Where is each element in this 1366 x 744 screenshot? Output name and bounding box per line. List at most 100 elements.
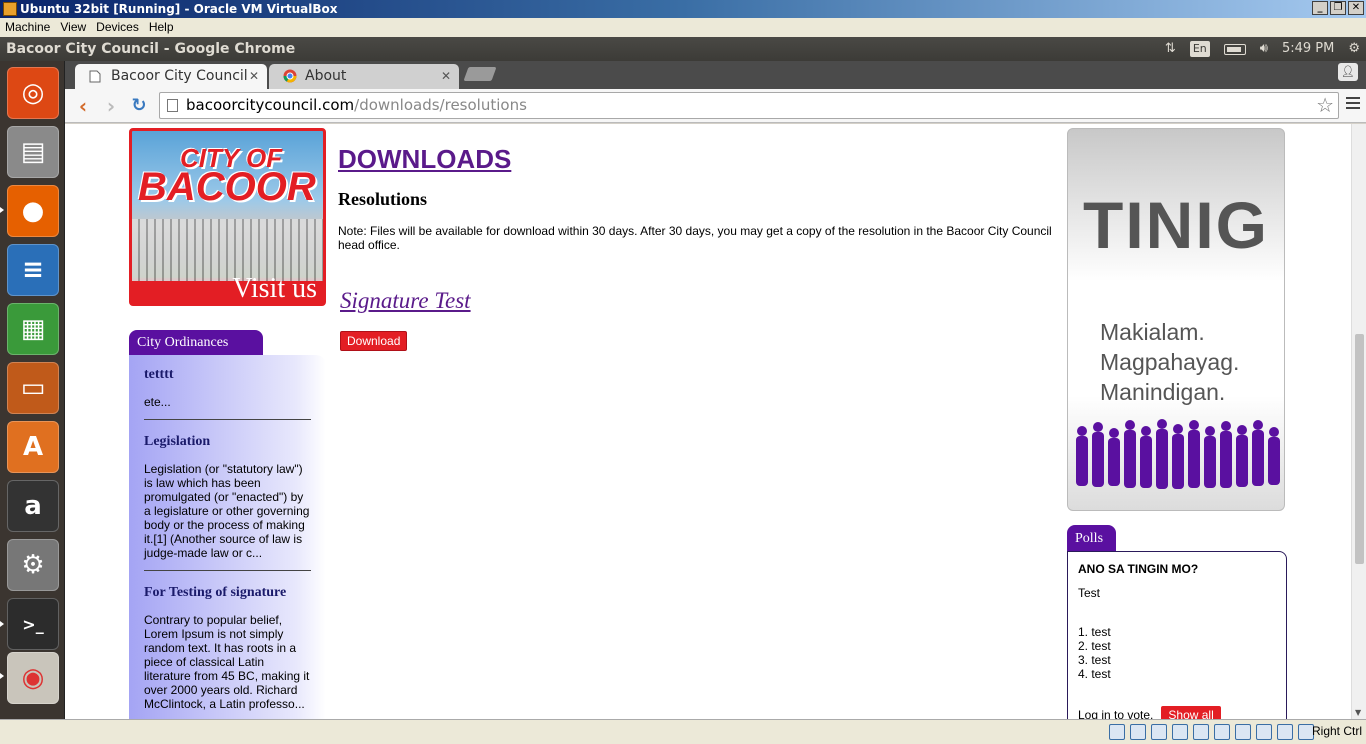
ubuntu-dash-icon[interactable]: ◎	[7, 67, 59, 119]
ordinance-item[interactable]: tetttt ete...	[144, 367, 311, 420]
running-indicator	[0, 621, 4, 627]
poll-option: 1. test	[1078, 625, 1111, 639]
chrome-toolbar: ‹ › ↻ bacoorcitycouncil.com/downloads/re…	[65, 89, 1366, 123]
calc-icon[interactable]: ▦	[7, 303, 59, 355]
amazon-icon[interactable]: a	[7, 480, 59, 532]
mouse-integration-icon[interactable]	[1277, 724, 1293, 740]
ordinance-item[interactable]: Legislation Legislation (or "statutory l…	[144, 434, 311, 571]
software-center-icon[interactable]: A	[7, 421, 59, 473]
menu-view[interactable]: View	[55, 18, 91, 37]
ad-brand: TINIG	[1083, 188, 1269, 262]
menu-machine[interactable]: Machine	[0, 18, 55, 37]
vbox-status-bar: Right Ctrl	[0, 719, 1366, 744]
ordinance-item[interactable]: For Testing of signature Contrary to pop…	[144, 585, 311, 719]
bookmark-star-icon[interactable]: ☆	[1316, 93, 1334, 118]
ad-slogan: Makialam. Magpahayag. Manindigan.	[1100, 319, 1240, 405]
poll-option: 3. test	[1078, 653, 1111, 667]
ordinance-excerpt: Contrary to popular belief, Lorem Ipsum …	[144, 613, 310, 711]
network-icon[interactable]: ⇅	[1165, 37, 1176, 61]
unity-launcher: ◎ ▤ ● ≡ ▦ ▭ A a ⚙ >_ ◉	[0, 61, 65, 719]
volume-icon[interactable]: 🔊︎	[1260, 37, 1268, 61]
ordinance-excerpt: Legislation (or "statutory law") is law …	[144, 462, 310, 560]
resolution-title-link[interactable]: Signature Test	[340, 288, 1058, 314]
download-button[interactable]: Download	[340, 331, 408, 351]
main-content: DOWNLOADS Resolutions Note: Files will b…	[338, 144, 1058, 351]
back-button[interactable]: ‹	[71, 94, 95, 118]
poll-description: Test	[1078, 586, 1101, 600]
ordinance-excerpt: ete...	[144, 395, 171, 409]
poll-option: 4. test	[1078, 667, 1111, 681]
city-ordinances-panel: tetttt ete... Legislation Legislation (o…	[129, 355, 326, 719]
profile-icon[interactable]: 👤︎	[1338, 63, 1358, 81]
url-path: /downloads/resolutions	[354, 96, 527, 114]
video-capture-icon[interactable]	[1235, 724, 1251, 740]
city-ordinances-tab[interactable]: City Ordinances	[129, 330, 263, 355]
chrome-tab-strip: Bacoor City Council ✕ About ✕ 👤︎	[65, 61, 1366, 89]
vbox-window-title: Ubuntu 32bit [Running] - Oracle VM Virtu…	[20, 2, 338, 16]
page-viewport: CITY OF BACOOR Visit us City Ordinances …	[65, 124, 1351, 719]
page-icon	[89, 70, 101, 83]
tinig-ad-banner[interactable]: TINIG Makialam. Magpahayag. Manindigan.	[1067, 128, 1285, 511]
new-tab-button[interactable]	[463, 67, 497, 81]
minimize-button[interactable]: _	[1312, 1, 1328, 15]
downloads-heading-link[interactable]: DOWNLOADS	[338, 144, 1058, 175]
virtualization-icon[interactable]	[1256, 724, 1272, 740]
ordinance-title[interactable]: tetttt	[144, 367, 311, 383]
polls-tab[interactable]: Polls	[1067, 525, 1116, 552]
menu-devices[interactable]: Devices	[91, 18, 144, 37]
keyboard-layout-indicator[interactable]: En	[1189, 41, 1210, 57]
impress-icon[interactable]: ▭	[7, 362, 59, 414]
page-icon	[167, 99, 178, 112]
firefox-icon[interactable]: ●	[7, 185, 59, 237]
menu-help[interactable]: Help	[144, 18, 179, 37]
close-button[interactable]: ✕	[1348, 1, 1364, 15]
banner-cta: Visit us	[232, 273, 317, 304]
scroll-down-icon[interactable]: ▼	[1355, 708, 1361, 717]
crowd-silhouette-icon	[1076, 419, 1280, 489]
visit-bacoor-banner[interactable]: CITY OF BACOOR Visit us	[129, 128, 326, 306]
reload-button[interactable]: ↻	[127, 94, 151, 118]
ordinance-title[interactable]: For Testing of signature	[144, 585, 311, 601]
poll-question: ANO SA TINGIN MO?	[1078, 562, 1199, 576]
battery-icon[interactable]	[1223, 43, 1246, 55]
close-tab-icon[interactable]: ✕	[249, 64, 259, 88]
terminal-icon[interactable]: >_	[7, 598, 59, 650]
poll-option: 2. test	[1078, 639, 1111, 653]
section-heading: Resolutions	[338, 189, 428, 209]
network-adapter-icon[interactable]	[1172, 724, 1188, 740]
usb-icon[interactable]	[1151, 724, 1167, 740]
chrome-logo-icon	[283, 69, 297, 83]
shared-folders-icon[interactable]	[1193, 724, 1209, 740]
clock[interactable]: 5:49 PM	[1282, 37, 1334, 61]
scrollbar-thumb[interactable]	[1355, 334, 1364, 564]
hard-disk-icon[interactable]	[1109, 724, 1125, 740]
optical-drive-icon[interactable]	[1130, 724, 1146, 740]
files-icon[interactable]: ▤	[7, 126, 59, 178]
page-scrollbar[interactable]: ▼	[1351, 124, 1366, 719]
display-icon[interactable]	[1214, 724, 1230, 740]
forward-button[interactable]: ›	[99, 94, 123, 118]
active-window-title: Bacoor City Council - Google Chrome	[6, 41, 296, 57]
session-gear-icon[interactable]: ⚙	[1348, 37, 1360, 61]
system-settings-icon[interactable]: ⚙	[7, 539, 59, 591]
url-host: bacoorcitycouncil.com	[186, 96, 355, 114]
vbox-title-bar: Ubuntu 32bit [Running] - Oracle VM Virtu…	[0, 0, 1366, 18]
vbox-menu-bar: Machine View Devices Help	[0, 18, 1366, 37]
close-tab-icon[interactable]: ✕	[441, 64, 451, 88]
tab-bacoor-city-council[interactable]: Bacoor City Council ✕	[75, 64, 267, 89]
tab-about[interactable]: About ✕	[269, 64, 459, 89]
running-indicator	[0, 207, 4, 213]
restore-button[interactable]: ❐	[1330, 1, 1346, 15]
running-indicator	[0, 673, 4, 679]
address-bar[interactable]: bacoorcitycouncil.com/downloads/resoluti…	[159, 92, 1339, 119]
login-to-vote-text[interactable]: Log in to vote.	[1078, 708, 1153, 719]
chrome-icon[interactable]: ◉	[7, 652, 59, 704]
tab-label: About	[305, 68, 347, 84]
show-all-button[interactable]: Show all	[1161, 706, 1221, 719]
ubuntu-top-panel: Bacoor City Council - Google Chrome ⇅ En…	[0, 37, 1366, 61]
chrome-menu-icon[interactable]	[1346, 97, 1360, 111]
virtualbox-icon	[3, 2, 17, 16]
ordinance-title[interactable]: Legislation	[144, 434, 311, 450]
writer-icon[interactable]: ≡	[7, 244, 59, 296]
polls-panel: ANO SA TINGIN MO? Test 1. test 2. test 3…	[1067, 551, 1287, 719]
